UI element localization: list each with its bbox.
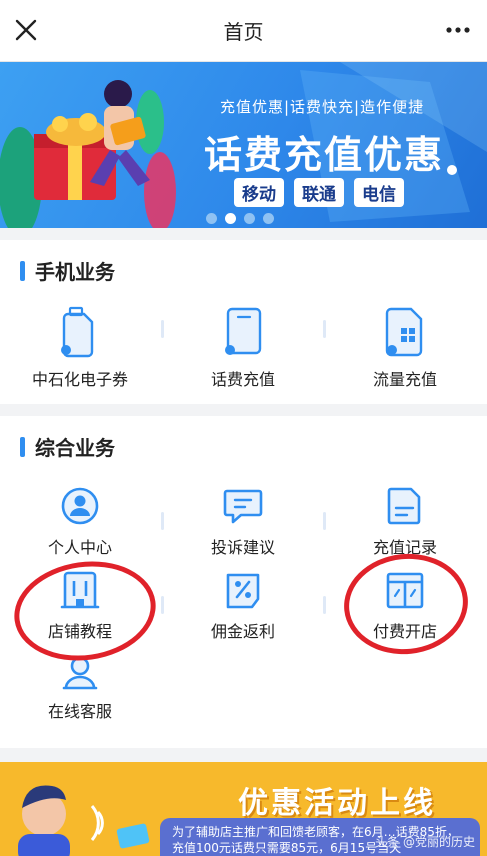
tile-label: 店铺教程 <box>47 622 112 641</box>
tile-label: 投诉建议 <box>210 538 275 557</box>
section-accent-bar <box>20 260 25 281</box>
combined-services-section: 综合业务 个人中心 投诉建议 充值记录 店铺教程 佣金返利 付费开店 在线客服 <box>0 416 487 748</box>
divider <box>161 596 164 614</box>
tile-label: 流量充值 <box>372 370 437 389</box>
sim-card-icon <box>385 307 423 357</box>
tile-commission-rebate[interactable]: 佣金返利 <box>168 570 318 642</box>
divider <box>323 512 326 530</box>
tile-label: 个人中心 <box>47 538 112 557</box>
banner-headline: 话费充值优惠 <box>204 133 445 177</box>
divider <box>161 512 164 530</box>
watermark-text: 头条 @党丽的历史 <box>375 835 475 849</box>
top-bar: 首页 <box>0 0 487 62</box>
tile-label: 充值记录 <box>372 538 437 557</box>
tile-sinopec-coupon[interactable]: 中石化电子券 <box>5 306 155 390</box>
carrier-unicom: 联通 <box>294 178 344 207</box>
percent-icon <box>226 573 260 609</box>
carrier-mobile: 移动 <box>234 178 284 207</box>
section-title: 综合业务 <box>35 436 115 460</box>
carrier-telecom: 电信 <box>354 178 404 207</box>
promo-banner[interactable]: 充值优惠|话费快充|造作便捷 话费充值优惠 移动 联通 电信 <box>0 62 487 228</box>
carrier-list: 移动 联通 电信 <box>234 178 404 207</box>
tile-store-tutorial[interactable]: 店铺教程 <box>5 570 155 642</box>
document-icon <box>387 487 421 525</box>
message-icon <box>223 489 263 524</box>
carousel-dot[interactable] <box>263 213 274 224</box>
mobile-services-section: 手机业务 中石化电子券 话费充值 流量充值 <box>0 240 487 404</box>
storefront-icon <box>386 572 424 609</box>
tile-paid-store-opening[interactable]: 付费开店 <box>330 570 480 642</box>
promo-activity-banner[interactable]: 优惠活动上线 为了辅助店主推广和回馈老顾客，在6月…话费85折，充值100元话费… <box>0 762 487 856</box>
close-icon[interactable] <box>12 16 40 44</box>
user-icon <box>61 487 99 525</box>
section-title: 手机业务 <box>35 260 115 284</box>
divider <box>323 596 326 614</box>
tile-label: 付费开店 <box>372 622 437 641</box>
carousel-dots[interactable] <box>206 213 274 224</box>
tile-label: 在线客服 <box>47 702 112 721</box>
tile-label: 话费充值 <box>210 370 275 389</box>
page-title: 首页 <box>223 20 264 44</box>
tile-recharge-history[interactable]: 充值记录 <box>330 486 480 558</box>
promo-title: 优惠活动上线 <box>238 786 436 821</box>
section-header: 综合业务 <box>20 432 115 461</box>
tile-label: 中石化电子券 <box>31 370 128 389</box>
building-icon <box>60 571 100 609</box>
carousel-dot[interactable] <box>206 213 217 224</box>
section-accent-bar <box>20 436 25 457</box>
carousel-dot-active[interactable] <box>225 213 236 224</box>
tile-data-recharge[interactable]: 流量充值 <box>330 306 480 390</box>
fuel-bottle-icon <box>61 306 94 358</box>
support-icon <box>62 656 98 690</box>
phone-card-icon <box>225 307 262 355</box>
carousel-dot[interactable] <box>244 213 255 224</box>
tile-complaints[interactable]: 投诉建议 <box>168 486 318 558</box>
tile-personal-center[interactable]: 个人中心 <box>5 486 155 558</box>
divider <box>161 320 164 338</box>
banner-slogan: 充值优惠|话费快充|造作便捷 <box>220 98 425 116</box>
section-header: 手机业务 <box>20 256 115 285</box>
divider <box>323 320 326 338</box>
tile-phone-recharge[interactable]: 话费充值 <box>168 306 318 390</box>
promo-illustration <box>18 785 150 856</box>
tile-online-support[interactable]: 在线客服 <box>5 654 155 722</box>
more-icon[interactable] <box>445 20 471 40</box>
tile-label: 佣金返利 <box>210 622 275 641</box>
